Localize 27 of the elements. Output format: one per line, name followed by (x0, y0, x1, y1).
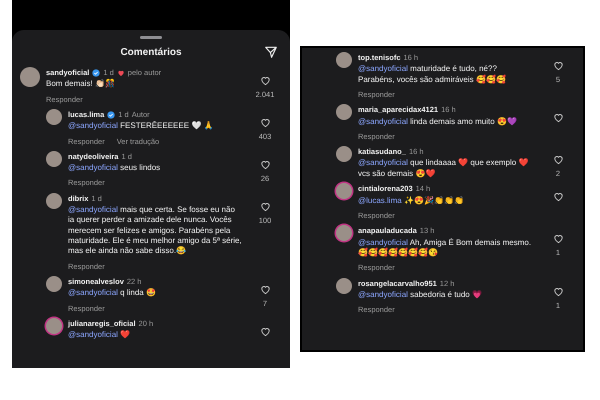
heart-icon[interactable] (552, 154, 564, 166)
comment-text: @sandyoficial seus lindos (68, 163, 162, 174)
heart-icon[interactable] (552, 286, 564, 297)
heart-icon[interactable] (552, 112, 564, 124)
comment-text: @sandyoficial Ah, Amiga É Bom demais mesmo. 🥰🥰🥰🥰🥰🥰🥰😘 (358, 238, 532, 258)
heart-icon[interactable] (260, 158, 270, 170)
comment-text: @sandyoficial sabedoria é tudo 💗 (358, 290, 483, 300)
heart-icon[interactable] (552, 233, 564, 244)
drag-handle[interactable] (140, 36, 162, 39)
comment-text: @sandyoficial maturidade é tudo, né?? Parabéns, vocês são admiráveis 🥰🥰🥰 (358, 64, 507, 86)
panel-title: Comentários (120, 46, 182, 60)
heart-icon[interactable] (260, 75, 270, 86)
comment-text: @sandyoficial linda demais amo muito 😍💜 (358, 116, 518, 127)
comment-text: @sandyoficial ❤ (68, 330, 132, 341)
heart-icon[interactable] (260, 116, 270, 128)
heart-icon[interactable] (260, 284, 270, 296)
heart-icon[interactable] (552, 60, 564, 71)
comment-text: @lucas.lima ✨😍🎉👏👏👏 (358, 196, 465, 206)
heart-icon[interactable] (260, 200, 270, 212)
heart-icon[interactable] (260, 326, 270, 338)
heart-icon[interactable] (552, 191, 564, 202)
comment-text: @sandyoficial que lindaaaa ❤ que exemplo ❤ vcs são demais 😍❤ (358, 158, 530, 180)
send-icon[interactable] (264, 45, 278, 59)
comment-text: Bom demais! 👏🏻🎊 (46, 79, 116, 90)
comment-text: @sandyoficial FESTERÊEEEEEE 🤍 🙏 (68, 121, 215, 132)
comment-text: @sandyoficial q linda 🤩 (68, 288, 157, 299)
comment-text: @sandyoficial mais que certa. Se fosse eu não ia querer perder a amizade dele nunca. Vocês merecem ser felizes e amigos. Parabéns pela maturidade. Ele é meu melhor amigo da 5ª série, mas ele ainda não sabe disso.😂 (68, 204, 242, 257)
